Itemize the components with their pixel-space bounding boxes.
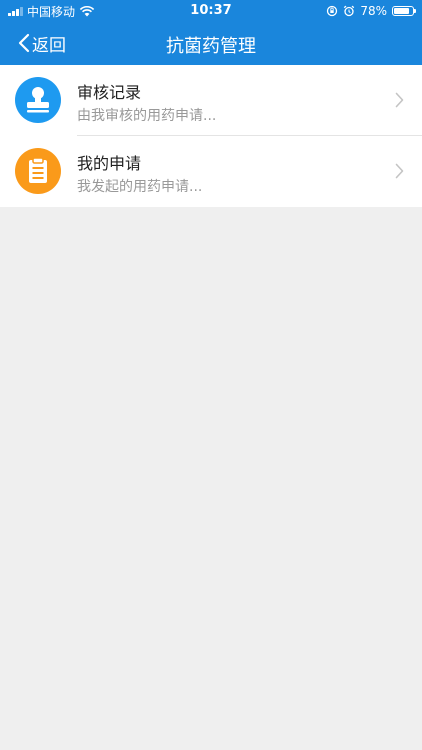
item-title: 审核记录	[77, 83, 142, 102]
rotation-lock-icon	[327, 5, 338, 17]
battery-icon	[392, 6, 416, 16]
top-bar: 中国移动 10:37 78% 返回 抗菌药管理	[0, 0, 422, 65]
item-subtitle: 我发起的用药申请...	[77, 179, 203, 195]
nav-bar: 返回 抗菌药管理	[0, 22, 422, 65]
list-item-review-records[interactable]: 审核记录 由我审核的用药申请...	[0, 65, 422, 136]
chevron-right-icon	[395, 92, 404, 108]
status-bar: 中国移动 10:37 78%	[0, 0, 422, 22]
page-title: 抗菌药管理	[166, 36, 256, 57]
alarm-icon	[344, 5, 355, 17]
list-item-my-applications[interactable]: 我的申请 我发起的用药申请...	[0, 136, 422, 207]
status-bar-right: 78%	[326, 3, 416, 19]
item-title: 我的申请	[77, 154, 142, 173]
screen: 中国移动 10:37 78% 返回 抗菌药管理 审核记录 由我审核的用药申请..…	[0, 0, 422, 750]
stamp-icon	[15, 77, 61, 123]
clipboard-icon	[15, 148, 61, 194]
item-subtitle: 由我审核的用药申请...	[77, 108, 217, 124]
battery-percent: 78%	[360, 4, 387, 18]
chevron-right-icon	[395, 163, 404, 179]
menu-list: 审核记录 由我审核的用药申请... 我的申请 我发起的用药申请...	[0, 65, 422, 207]
